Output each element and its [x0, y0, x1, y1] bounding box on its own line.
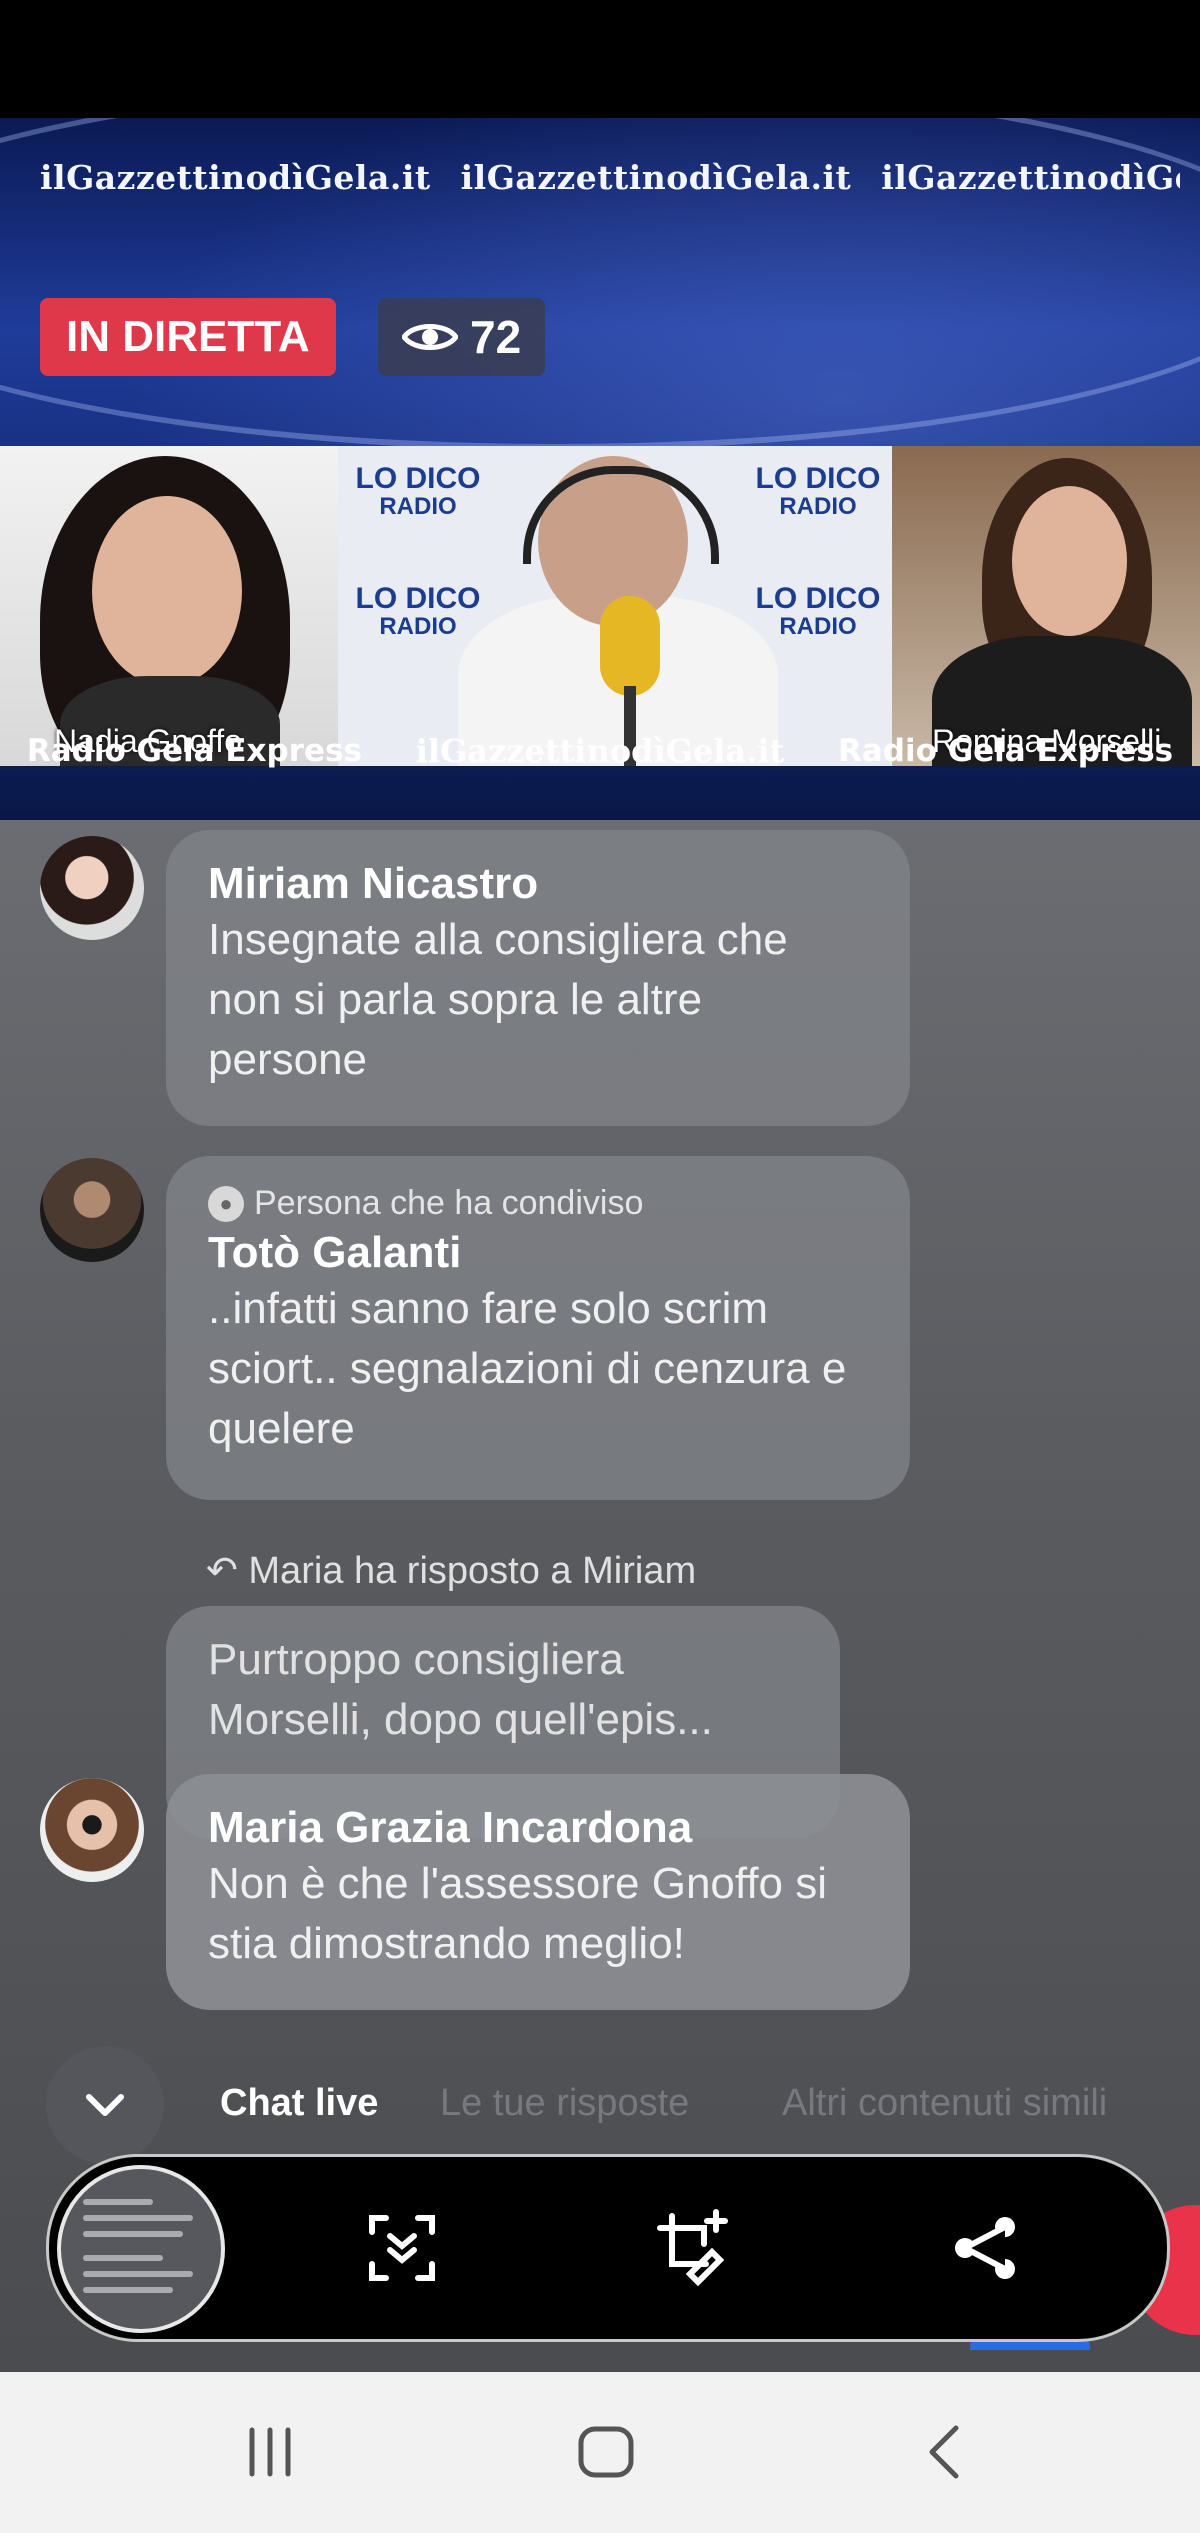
chevron-down-icon — [86, 2094, 124, 2116]
reply-label: Maria ha risposto a Miriam — [248, 1550, 697, 1592]
reply-arrow-icon: ↶ — [206, 1550, 238, 1592]
tab-similar-content[interactable]: Altri contenuti simili — [782, 2082, 1107, 2125]
home-button[interactable] — [556, 2412, 656, 2492]
ticker-bottom-text: Radio Gela Express — [26, 733, 362, 769]
back-icon — [929, 2425, 959, 2479]
radio-logo: LO DICO RADIO — [355, 462, 481, 520]
tab-chat-live[interactable]: Chat live — [220, 2082, 378, 2125]
live-badge: IN DIRETTA — [40, 298, 336, 376]
ticker-bottom: Radio Gela Express ilGazzettinodìGela.it… — [0, 726, 1200, 776]
thumbnail-line — [83, 2215, 193, 2221]
ticker-top-text: ilGazzettinodìGela.it — [460, 158, 852, 197]
thumbnail-line — [83, 2199, 153, 2205]
ticker-bottom-text: ilGazzettinodìGela.it — [415, 732, 785, 770]
headphones — [523, 466, 719, 564]
eye-icon — [402, 324, 458, 350]
message-text: ..infatti sanno fare solo scrim sciort..… — [208, 1284, 847, 1453]
guest-panel-right: Romina Morselli — [892, 446, 1200, 766]
collapse-chat-button[interactable] — [46, 2046, 164, 2164]
ticker-top-text: ilGazzettinodìGela.it — [881, 158, 1180, 197]
radio-logo: LO DICO RADIO — [755, 462, 881, 520]
live-video-player[interactable]: ilGazzettinodìGela.it ilGazzettinodìGela… — [0, 118, 1200, 820]
viewer-count: 72 — [378, 298, 546, 376]
system-nav-bar — [0, 2372, 1200, 2533]
thumbnail-line — [83, 2287, 173, 2293]
message-author[interactable]: Miriam Nicastro — [208, 858, 868, 910]
thumbnail-line — [83, 2255, 163, 2261]
radio-logo: LO DICO RADIO — [755, 582, 881, 640]
screenshot-toolbar — [46, 2154, 1170, 2342]
chat-message[interactable]: ● Persona che ha condiviso Totò Galanti … — [166, 1156, 910, 1500]
message-text: Non è che l'assessore Gnoffo si stia dim… — [208, 1859, 828, 1968]
chat-message[interactable]: Miriam Nicastro Insegnate alla consiglie… — [166, 830, 910, 1126]
guest-panel-left: Nadia Gnoffo — [0, 446, 338, 766]
radio-logo: LO DICO RADIO — [355, 582, 481, 640]
crop-edit-icon — [657, 2209, 728, 2287]
message-text: Insegnate alla consigliera che non si pa… — [208, 915, 788, 1084]
share-icon — [955, 2217, 1015, 2279]
quoted-text: Purtroppo consigliera Morselli, dopo que… — [208, 1635, 713, 1744]
ticker-bottom-text: Radio Gela Express — [838, 733, 1174, 769]
avatar[interactable] — [40, 1158, 144, 1262]
home-icon — [578, 2426, 634, 2478]
recent-apps-button[interactable] — [220, 2412, 320, 2492]
microphone — [600, 596, 660, 696]
message-author[interactable]: Maria Grazia Incardona — [208, 1802, 868, 1854]
people-icon: ● — [208, 1185, 244, 1222]
scroll-capture-button[interactable] — [357, 2203, 447, 2293]
tab-your-replies[interactable]: Le tue risposte — [440, 2082, 689, 2125]
shared-indicator: ● Persona che ha condiviso — [208, 1184, 868, 1223]
shared-label: Persona che ha condiviso — [254, 1184, 644, 1222]
chat-tabs: Chat live Le tue risposte Altri contenut… — [0, 2046, 1200, 2164]
screenshot-thumbnail[interactable] — [57, 2165, 225, 2333]
guest-face — [1012, 486, 1127, 636]
scroll-capture-icon — [369, 2215, 435, 2281]
reply-indicator: ↶ Maria ha risposto a Miriam — [206, 1548, 696, 1593]
avatar[interactable] — [40, 836, 144, 940]
back-button[interactable] — [894, 2412, 994, 2492]
ticker-top: ilGazzettinodìGela.it ilGazzettinodìGela… — [40, 158, 1180, 197]
chat-message[interactable]: Maria Grazia Incardona Non è che l'asses… — [166, 1774, 910, 2010]
thumbnail-line — [83, 2271, 193, 2277]
avatar[interactable] — [40, 1778, 144, 1882]
crop-edit-button[interactable] — [649, 2203, 739, 2293]
message-author[interactable]: Totò Galanti — [208, 1227, 868, 1279]
thumbnail-line — [83, 2231, 183, 2237]
share-button[interactable] — [941, 2203, 1031, 2293]
status-bar — [0, 0, 1200, 118]
recent-apps-icon — [249, 2427, 291, 2477]
guest-face — [92, 496, 242, 686]
ticker-top-text: ilGazzettinodìGela.it — [40, 158, 431, 197]
viewer-count-value: 72 — [470, 311, 522, 363]
host-panel: LO DICO RADIO LO DICO RADIO LO DICO RADIO L… — [338, 446, 892, 766]
live-chat[interactable]: Miriam Nicastro Insegnate alla consiglie… — [0, 820, 1200, 2372]
